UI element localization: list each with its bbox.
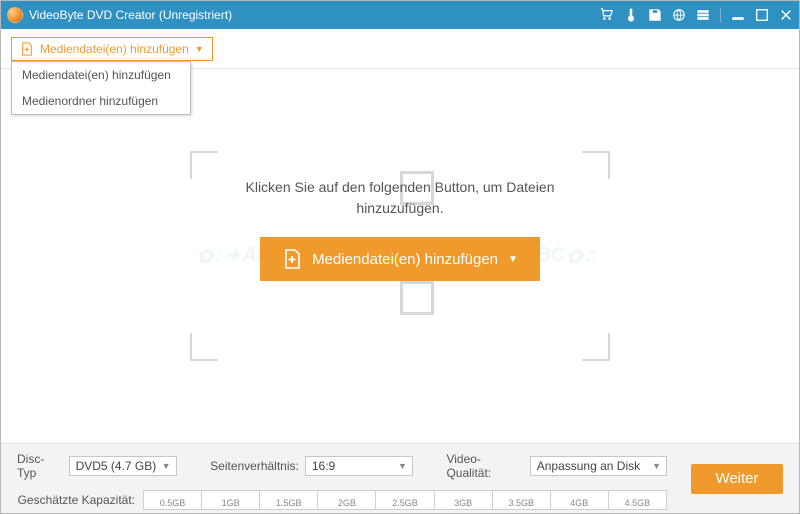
chevron-down-icon: ▼	[652, 461, 661, 471]
ruler-tick-label: 1.5GB	[276, 498, 302, 508]
window-title: VideoByte DVD Creator (Unregistriert)	[29, 8, 232, 22]
hint-line1: Klicken Sie auf den folgenden Button, um…	[246, 179, 555, 195]
ruler-tick: 3.5GB	[493, 491, 551, 509]
add-media-dropdown: Mediendatei(en) hinzufügen Medienordner …	[11, 61, 191, 115]
ruler-tick: 4.5GB	[609, 491, 666, 509]
ruler-tick: 3GB	[435, 491, 493, 509]
ruler-tick-label: 3GB	[454, 498, 472, 508]
disc-type-select[interactable]: DVD5 (4.7 GB) ▼	[69, 456, 177, 476]
toolbar: Mediendatei(en) hinzufügen ▼ Mediendatei…	[1, 29, 799, 69]
language-icon[interactable]	[672, 8, 686, 22]
ruler-tick-label: 4GB	[570, 498, 588, 508]
temperature-icon[interactable]	[624, 8, 638, 22]
disc-type-value: DVD5 (4.7 GB)	[76, 459, 157, 473]
ruler-tick-label: 2.5GB	[392, 498, 418, 508]
ruler-tick-label: 0.5GB	[160, 498, 186, 508]
capacity-label: Geschätzte Kapazität:	[13, 493, 135, 507]
add-file-icon	[282, 249, 302, 269]
titlebar-icons	[600, 8, 793, 22]
minimize-icon[interactable]	[731, 8, 745, 22]
ruler-tick-label: 2GB	[338, 498, 356, 508]
ruler-tick: 1.5GB	[260, 491, 318, 509]
bottom-bar: Disc-Typ DVD5 (4.7 GB) ▼ Seitenverhältni…	[1, 443, 799, 513]
capacity-row: Geschätzte Kapazität: 0.5GB 1GB 1.5GB 2GB 2.…	[13, 490, 787, 510]
chevron-down-icon: ▼	[162, 461, 171, 471]
capacity-ruler: 0.5GB 1GB 1.5GB 2GB 2.5GB 3GB 3.5GB 4GB 4.5GB	[143, 490, 667, 510]
ruler-tick-label: 4.5GB	[625, 498, 651, 508]
ruler-tick-label: 1GB	[222, 498, 240, 508]
chevron-down-icon: ▼	[508, 254, 518, 265]
main-area: ✿♪✦ABC✿♬ ✦ABC♪✿ABC✦ ✿♪✦ABC✿♬ Klicken Sie…	[1, 69, 799, 443]
ruler-tick-label: 3.5GB	[508, 498, 534, 508]
add-media-big-label: Mediendatei(en) hinzufügen	[312, 251, 498, 268]
app-logo-icon	[7, 7, 23, 23]
drop-hint-text: Klicken Sie auf den folgenden Button, um…	[208, 177, 592, 219]
hint-line2: hinzuzufügen.	[356, 200, 443, 216]
quality-select[interactable]: Anpassung an Disk ▼	[530, 456, 667, 476]
aspect-value: 16:9	[312, 459, 335, 473]
chevron-down-icon: ▼	[195, 44, 204, 54]
next-label: Weiter	[715, 470, 758, 487]
ruler-tick: 0.5GB	[144, 491, 202, 509]
next-button[interactable]: Weiter	[691, 464, 783, 494]
aspect-label: Seitenverhältnis:	[210, 459, 299, 473]
ruler-tick: 2.5GB	[376, 491, 434, 509]
chevron-down-icon: ▼	[398, 461, 407, 471]
aspect-select[interactable]: 16:9 ▼	[305, 456, 413, 476]
add-media-label: Mediendatei(en) hinzufügen	[40, 42, 189, 56]
ruler-tick: 4GB	[551, 491, 609, 509]
close-icon[interactable]	[779, 8, 793, 22]
add-media-button[interactable]: Mediendatei(en) hinzufügen ▼	[11, 37, 213, 61]
settings-row: Disc-Typ DVD5 (4.7 GB) ▼ Seitenverhältni…	[13, 452, 787, 480]
ruler-tick: 1GB	[202, 491, 260, 509]
add-media-big-button[interactable]: Mediendatei(en) hinzufügen ▼	[260, 237, 540, 281]
dropzone: ✿♪✦ABC✿♬ ✦ABC♪✿ABC✦ ✿♪✦ABC✿♬ Klicken Sie…	[190, 151, 610, 361]
quality-value: Anpassung an Disk	[537, 459, 640, 473]
dropdown-item-add-folder[interactable]: Medienordner hinzufügen	[12, 88, 190, 114]
cart-icon[interactable]	[600, 8, 614, 22]
disc-type-label: Disc-Typ	[17, 452, 63, 480]
ruler-tick: 2GB	[318, 491, 376, 509]
save-icon[interactable]	[648, 8, 662, 22]
maximize-icon[interactable]	[755, 8, 769, 22]
quality-label: Video-Qualität:	[446, 452, 523, 480]
add-file-icon	[20, 42, 34, 56]
menu-icon[interactable]	[696, 8, 710, 22]
title-bar: VideoByte DVD Creator (Unregistriert)	[1, 1, 799, 29]
dropdown-item-add-files[interactable]: Mediendatei(en) hinzufügen	[12, 62, 190, 88]
